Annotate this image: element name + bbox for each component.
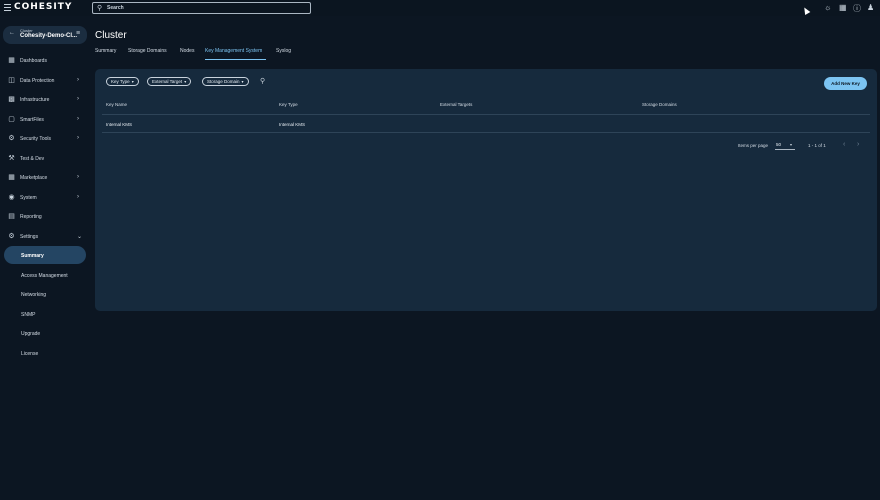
- cell-key-type: Internal KMS: [279, 122, 306, 127]
- tab-nodes[interactable]: Nodes: [180, 48, 194, 54]
- theme-sun-icon[interactable]: ☼: [824, 3, 831, 12]
- sidebar-subitem-license[interactable]: License: [0, 344, 92, 364]
- tab-storage-domains[interactable]: Storage Domains: [128, 48, 167, 54]
- cell-key-name[interactable]: Internal KMS: [106, 122, 132, 127]
- sidebar-subitem-summary[interactable]: Summary: [0, 246, 92, 266]
- sidebar-item-label: Security Tools: [20, 136, 52, 142]
- sidebar-item-label: Data Protection: [20, 77, 55, 84]
- sidebar-item-label: Marketplace: [20, 175, 48, 181]
- chevron-right-icon: ›: [77, 115, 79, 122]
- column-header-key-name[interactable]: Key Name: [106, 102, 127, 107]
- sidebar-item-system[interactable]: ◉ System ›: [0, 188, 92, 208]
- wrench-icon: ⚒: [8, 154, 15, 162]
- add-new-key-button[interactable]: Add New Key: [824, 77, 867, 90]
- sidebar-item-marketplace[interactable]: ▦ Marketplace ›: [0, 168, 92, 188]
- next-page-icon[interactable]: ›: [857, 141, 859, 148]
- sidebar-item-label: Test & Dev: [20, 155, 45, 162]
- sidebar-subitem-access-management[interactable]: Access Management: [0, 266, 92, 286]
- sidebar-subitem-label: Upgrade: [21, 331, 41, 337]
- shield-icon: ◫: [8, 76, 15, 84]
- cluster-selector-value: Cohesity-Demo-Cl...: [20, 33, 78, 39]
- items-per-page-label: Items per page: [738, 143, 769, 148]
- filter-label: Key Type: [111, 79, 130, 84]
- sidebar-item-security-tools[interactable]: ⚙ Security Tools ›: [0, 129, 92, 149]
- filter-label: Storage Domain: [207, 79, 240, 84]
- globe-icon: ◉: [8, 193, 15, 201]
- sidebar-item-reporting[interactable]: ▤ Reporting: [0, 207, 92, 227]
- report-icon: ▤: [8, 213, 15, 220]
- chevron-right-icon: ›: [77, 193, 79, 200]
- table-header-divider: [102, 114, 870, 115]
- settings-icon: ⚙: [8, 232, 15, 240]
- sidebar-subitem-label: SNMP: [21, 311, 36, 318]
- items-per-page-select[interactable]: 50 ▾: [775, 141, 795, 150]
- search-icon[interactable]: ⚲: [260, 77, 265, 85]
- sidebar-item-label: Infrastructure: [20, 97, 50, 103]
- previous-page-icon[interactable]: ‹: [843, 141, 845, 148]
- arrow-left-icon[interactable]: ←: [9, 30, 15, 36]
- sidebar-item-dashboards[interactable]: ▦ Dashboards: [0, 51, 92, 71]
- user-icon[interactable]: ♟: [867, 3, 874, 12]
- sidebar-subitem-label: License: [21, 350, 39, 357]
- table-row-divider: [102, 132, 870, 133]
- tab-syslog[interactable]: Syslog: [276, 48, 291, 54]
- page-title: Cluster: [95, 30, 127, 41]
- cohesity-logo[interactable]: COHESITY: [14, 2, 72, 12]
- sidebar-subitem-label: Networking: [21, 292, 47, 298]
- sidebar-subitem-label: Access Management: [21, 272, 68, 279]
- sidebar-item-label: Dashboards: [20, 58, 47, 64]
- help-icon[interactable]: ⓘ: [853, 3, 861, 14]
- key-type-filter[interactable]: Key Type ▾: [106, 77, 139, 86]
- items-per-page-value: 50: [776, 142, 782, 147]
- caret-down-icon: ▾: [241, 79, 244, 84]
- active-highlight: [4, 246, 86, 264]
- kms-card: Key Type ▾ External Target ▾ Storage Domai…: [95, 69, 877, 311]
- external-target-filter[interactable]: External Target ▾: [147, 77, 192, 86]
- caret-down-icon: ▾: [184, 79, 187, 84]
- sidebar-item-smartfiles[interactable]: ▢ SmartFiles ›: [0, 110, 92, 130]
- sidebar-subitem-snmp[interactable]: SNMP: [0, 305, 92, 325]
- search-placeholder: Search: [107, 5, 124, 11]
- tab-key-management-system[interactable]: Key Management System: [205, 48, 262, 54]
- sidebar-item-data-protection[interactable]: ◫ Data Protection ›: [0, 71, 92, 91]
- cluster-selector[interactable]: ← Cluster Cohesity-Demo-Cl... ≡: [3, 26, 87, 44]
- dashboard-icon: ▦: [8, 57, 15, 64]
- filter-icon[interactable]: ≡: [76, 30, 80, 37]
- sidebar-item-test-dev[interactable]: ⚒ Test & Dev: [0, 149, 92, 169]
- tab-summary[interactable]: Summary: [95, 48, 116, 54]
- pagination-range: 1 - 1 of 1: [808, 143, 826, 148]
- chevron-right-icon: ›: [77, 76, 79, 83]
- column-header-storage-domains[interactable]: Storage Domains: [642, 102, 677, 107]
- column-header-key-type[interactable]: Key Type: [279, 102, 298, 107]
- sidebar-subitem-upgrade[interactable]: Upgrade: [0, 324, 92, 344]
- active-tab-indicator: [205, 59, 266, 60]
- apps-grid-icon[interactable]: ▦: [839, 3, 847, 12]
- sidebar-subitem-label: Summary: [21, 253, 44, 259]
- storage-domain-filter[interactable]: Storage Domain ▾: [202, 77, 249, 86]
- store-icon: ▦: [8, 174, 15, 181]
- sidebar-subitem-networking[interactable]: Networking: [0, 285, 92, 305]
- column-header-external-targets[interactable]: External Targets: [440, 102, 472, 107]
- chevron-right-icon: ›: [77, 174, 79, 180]
- sidebar-nav: ▦ Dashboards ◫ Data Protection › ▩ Infra…: [0, 51, 92, 363]
- chevron-right-icon: ›: [77, 96, 79, 102]
- sidebar-item-infrastructure[interactable]: ▩ Infrastructure ›: [0, 90, 92, 110]
- folder-icon: ▢: [8, 115, 15, 123]
- caret-down-icon: ▾: [131, 79, 134, 84]
- search-icon: ⚲: [97, 5, 103, 12]
- top-bar: COHESITY ⚲ Search ☼ ▦ ⓘ ♟: [0, 0, 880, 16]
- menu-icon[interactable]: [4, 4, 11, 11]
- sidebar-item-label: Settings: [20, 233, 39, 240]
- sidebar-item-settings[interactable]: ⚙ Settings ⌄: [0, 227, 92, 247]
- chevron-right-icon: ›: [77, 135, 79, 141]
- sidebar-item-label: Reporting: [20, 214, 42, 220]
- caret-down-icon: ▾: [790, 142, 793, 147]
- gear-icon: ⚙: [8, 135, 15, 142]
- filter-label: External Target: [152, 79, 183, 84]
- sidebar-item-label: System: [20, 194, 37, 201]
- infrastructure-icon: ▩: [8, 96, 15, 103]
- sidebar-item-label: SmartFiles: [20, 116, 44, 123]
- chevron-down-icon: ⌄: [77, 233, 83, 240]
- search-input[interactable]: ⚲ Search: [92, 2, 311, 14]
